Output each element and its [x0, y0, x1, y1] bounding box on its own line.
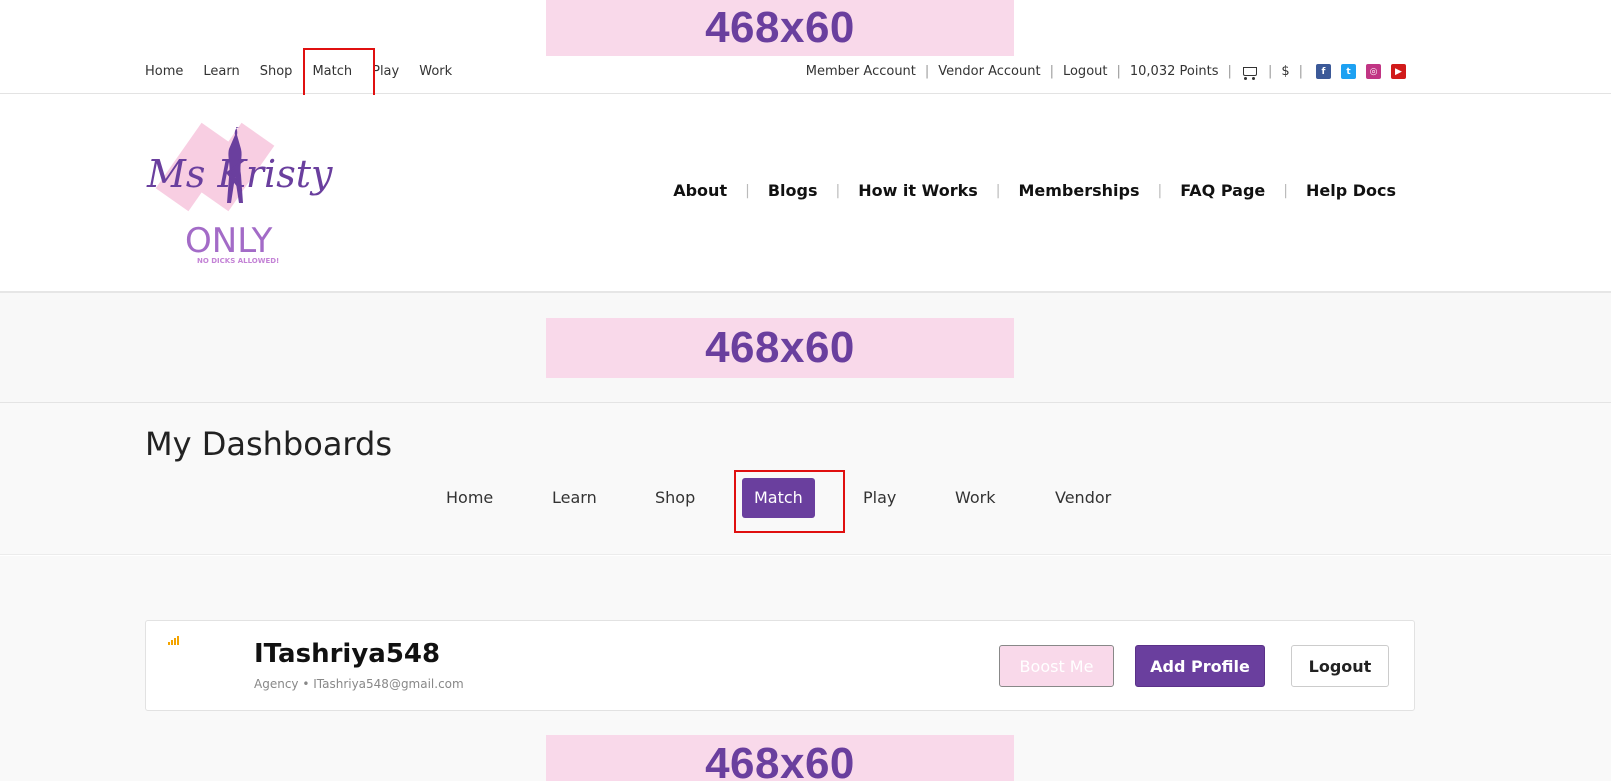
tab-work[interactable]: Work	[955, 478, 996, 518]
page: 468x60 Home Learn Shop Match Play Work M…	[0, 0, 1611, 781]
nav-how-it-works[interactable]: How it Works	[858, 181, 978, 200]
top-nav-shop[interactable]: Shop	[260, 64, 293, 79]
top-nav-home[interactable]: Home	[145, 64, 183, 79]
separator: |	[995, 182, 1001, 199]
boost-me-button[interactable]: Boost Me	[999, 645, 1114, 687]
signal-icon	[168, 635, 180, 645]
instagram-icon[interactable]: ◎	[1366, 64, 1381, 79]
separator: |	[1227, 64, 1232, 79]
nav-blogs[interactable]: Blogs	[768, 181, 818, 200]
separator: |	[745, 182, 750, 199]
dashboard-section: My Dashboards Home Learn Shop Match Play…	[0, 403, 1611, 555]
separator: |	[1116, 64, 1121, 79]
profile-card: ITashriya548 Agency • ITashriya548@gmail…	[145, 620, 1415, 711]
social-links: f t ◎ ▶	[1316, 64, 1406, 79]
currency-link[interactable]: $	[1281, 64, 1289, 79]
tab-vendor[interactable]: Vendor	[1055, 478, 1111, 518]
separator: |	[1283, 182, 1288, 199]
profile-subtitle: Agency • ITashriya548@gmail.com	[254, 677, 464, 691]
nav-memberships[interactable]: Memberships	[1018, 181, 1139, 200]
separator: |	[1157, 182, 1163, 199]
top-nav-match[interactable]: Match	[303, 48, 375, 118]
separator: |	[835, 182, 841, 199]
tab-play[interactable]: Play	[863, 478, 896, 518]
ad-banner-bottom[interactable]: 468x60	[546, 735, 1014, 781]
site-logo[interactable]: Ms Kristy's ONLY NO DICKS ALLOWED!	[145, 117, 335, 267]
add-profile-button[interactable]: Add Profile	[1135, 645, 1265, 687]
nav-faq-page[interactable]: FAQ Page	[1180, 181, 1265, 200]
twitter-icon[interactable]: t	[1341, 64, 1356, 79]
nav-help-docs[interactable]: Help Docs	[1306, 181, 1396, 200]
highlight-box	[734, 470, 845, 533]
top-nav: Home Learn Shop Match Play Work	[145, 48, 472, 118]
top-nav-learn[interactable]: Learn	[203, 64, 239, 79]
facebook-icon[interactable]: f	[1316, 64, 1331, 79]
member-account-link[interactable]: Member Account	[806, 64, 916, 79]
tab-shop[interactable]: Shop	[655, 478, 695, 518]
top-nav-play[interactable]: Play	[372, 64, 399, 79]
site-header: Ms Kristy's ONLY NO DICKS ALLOWED! About…	[0, 95, 1611, 293]
youtube-icon[interactable]: ▶	[1391, 64, 1406, 79]
logo-script: Ms Kristy's	[146, 152, 335, 196]
logout-button[interactable]: Logout	[1291, 645, 1389, 687]
separator: |	[1298, 64, 1303, 79]
page-title: My Dashboards	[145, 425, 392, 463]
logout-link[interactable]: Logout	[1063, 64, 1108, 79]
separator: |	[924, 64, 930, 79]
account-links: Member Account | Vendor Account | Logout…	[806, 64, 1406, 80]
points-link[interactable]: 10,032 Points	[1130, 64, 1219, 79]
ad-banner-top[interactable]: 468x60	[546, 0, 1014, 56]
profile-username: ITashriya548	[254, 639, 441, 669]
tab-learn[interactable]: Learn	[552, 478, 597, 518]
separator: |	[1267, 64, 1273, 79]
ad-banner-middle[interactable]: 468x60	[546, 318, 1014, 378]
logo-word: ONLY	[185, 221, 273, 261]
nav-about[interactable]: About	[673, 181, 727, 200]
main-nav: About | Blogs | How it Works | Membershi…	[673, 181, 1396, 200]
cart-icon[interactable]	[1241, 65, 1259, 80]
top-nav-work[interactable]: Work	[419, 64, 452, 79]
separator: |	[1049, 64, 1054, 79]
top-bar: Home Learn Shop Match Play Work Member A…	[0, 48, 1611, 118]
tab-home[interactable]: Home	[446, 478, 493, 518]
vendor-account-link[interactable]: Vendor Account	[938, 64, 1040, 79]
logo-tagline: NO DICKS ALLOWED!	[197, 257, 279, 265]
